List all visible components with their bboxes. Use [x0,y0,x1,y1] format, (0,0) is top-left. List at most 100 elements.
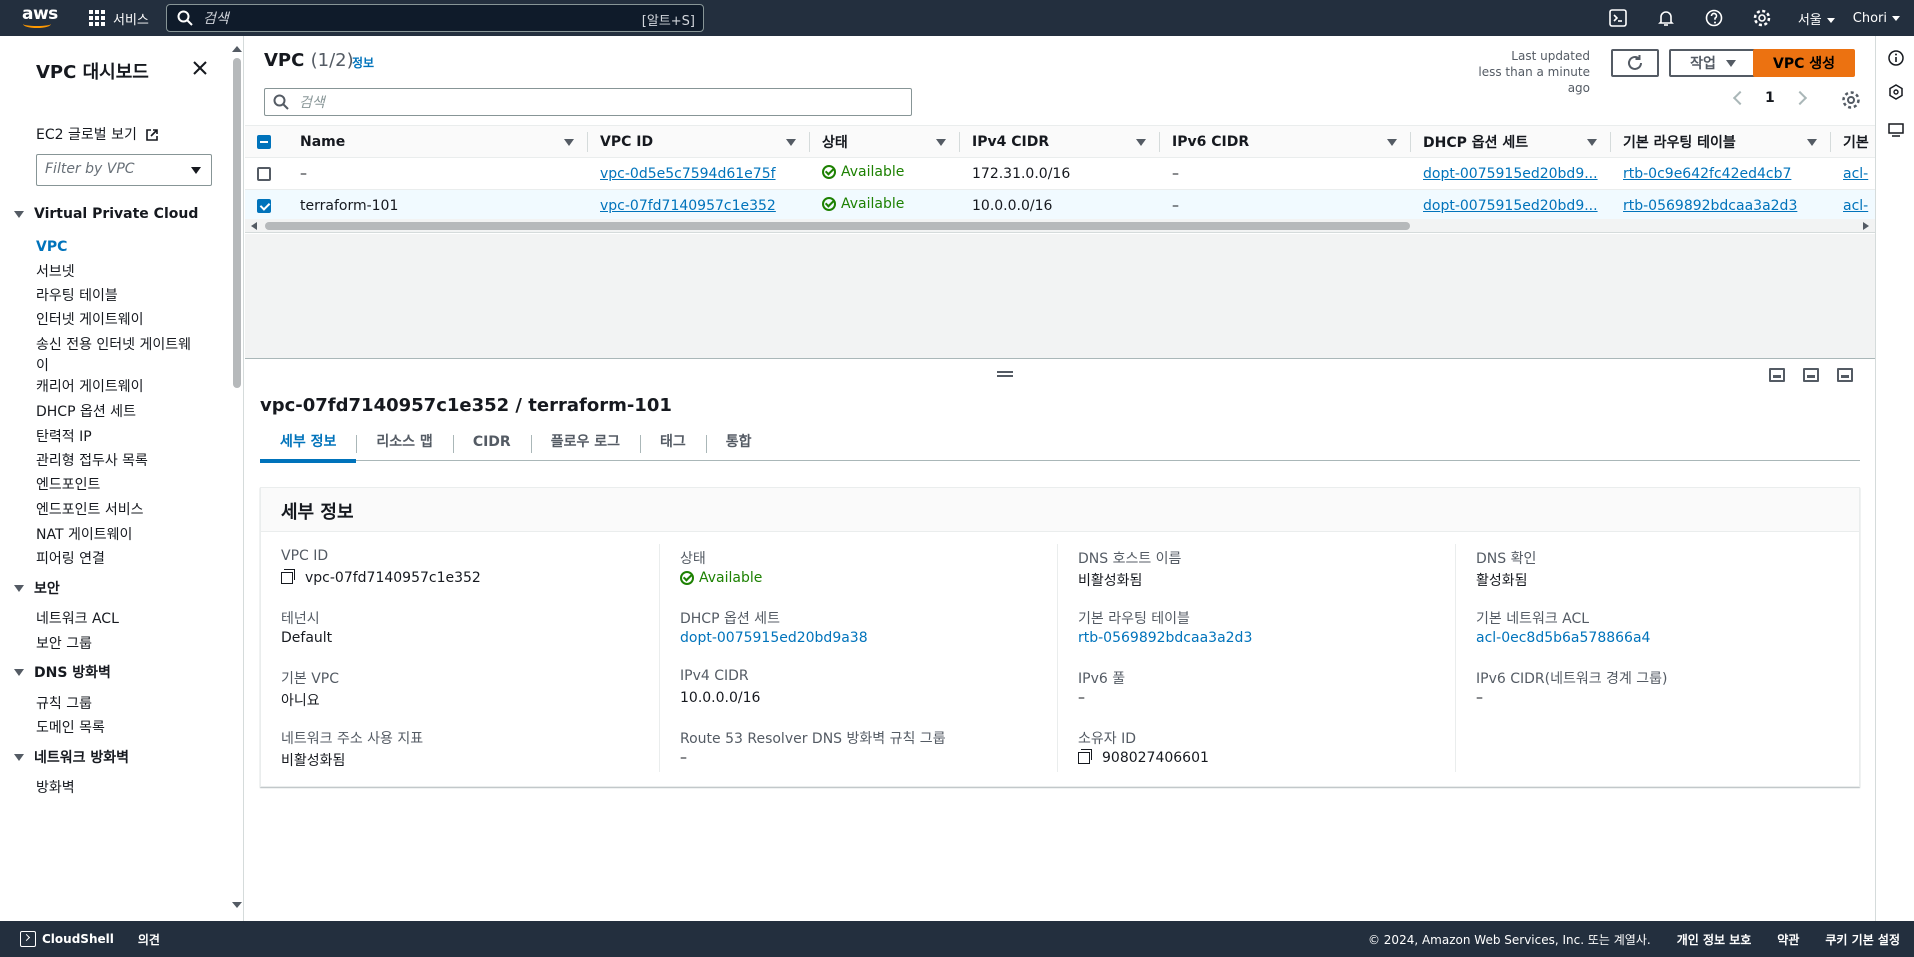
copy-icon[interactable] [1078,749,1092,764]
column-ipv6-cidr[interactable]: IPv6 CIDR [1160,125,1411,158]
tab-flow-logs[interactable]: 플로우 로그 [530,429,640,461]
copy-icon[interactable] [281,569,295,584]
acl-link[interactable]: acl- [1843,166,1868,182]
sidebar-item-network-acl[interactable]: 네트워크 ACL [36,609,196,630]
panel-full-icon[interactable] [1837,368,1853,382]
kv-value: 활성화됨 [1476,573,1528,589]
scroll-left-icon[interactable] [251,222,257,230]
hexagon-icon[interactable] [1888,84,1904,100]
services-menu[interactable]: 서비스 [89,9,149,28]
scrollbar-thumb[interactable] [265,222,1410,230]
info-link[interactable]: 정보 [352,54,374,71]
chevron-right-icon[interactable] [1792,90,1807,106]
privacy-link[interactable]: 개인 정보 보호 [1677,931,1752,948]
dhcp-link[interactable]: dopt-0075915ed20bd9... [1423,198,1598,214]
aws-logo[interactable]: aws [20,4,58,30]
sidebar-item-endpoint-services[interactable]: 엔드포인트 서비스 [36,500,196,521]
route-table-link[interactable]: rtb-0c9e642fc42ed4cb7 [1623,166,1791,182]
tab-resource-map[interactable]: 리소스 맵 [356,429,452,461]
sidebar-item-internet-gateways[interactable]: 인터넷 게이트웨이 [36,310,196,331]
tab-details[interactable]: 세부 정보 [260,429,357,463]
scroll-down-icon[interactable] [232,902,242,908]
column-state[interactable]: 상태 [810,125,960,158]
route-table-link[interactable]: rtb-0569892bdcaa3a2d3 [1623,198,1797,214]
chevron-left-icon[interactable] [1732,90,1748,106]
row-checkbox[interactable] [257,166,271,181]
select-all-cell[interactable] [245,125,288,158]
sidebar-item-route-tables[interactable]: 라우팅 테이블 [36,286,196,307]
sidebar-item-peering[interactable]: 피어링 연결 [36,549,196,570]
cloudshell-button[interactable]: CloudShell [20,931,114,947]
column-ipv4-cidr[interactable]: IPv4 CIDR [960,125,1160,158]
table-search-input[interactable] [299,94,879,110]
select-all-checkbox[interactable] [257,134,271,149]
vpc-id-link[interactable]: vpc-0d5e5c7594d61e75f [600,166,776,182]
help-icon[interactable] [1696,0,1732,36]
row-checkbox[interactable] [257,198,271,213]
tab-integrations[interactable]: 통합 [705,429,772,461]
tutorial-icon[interactable] [1888,122,1904,138]
bell-icon[interactable] [1648,0,1684,36]
sidebar-item-endpoints[interactable]: 엔드포인트 [36,475,196,496]
sidebar-item-dhcp-option-sets[interactable]: DHCP 옵션 세트 [36,402,196,423]
scroll-up-icon[interactable] [232,46,242,52]
page-number[interactable]: 1 [1765,90,1775,106]
sidebar-item-subnets[interactable]: 서브넷 [36,262,196,283]
sidebar-item-vpc[interactable]: VPC [36,237,196,258]
actions-button[interactable]: 작업 [1669,49,1757,77]
column-acl[interactable]: 기본 [1831,125,1875,158]
section-security[interactable]: 보안 [14,578,60,598]
cookie-preferences-link[interactable]: 쿠키 기본 설정 [1825,931,1900,948]
global-search-input[interactable] [203,10,603,26]
dhcp-link[interactable]: dopt-0075915ed20bd9a38 [680,630,868,646]
global-search[interactable]: [알트+S] [166,4,704,32]
region-selector[interactable]: 서울 [1798,9,1835,28]
gear-icon[interactable] [1744,0,1780,36]
resize-handle-icon[interactable] [997,371,1013,377]
section-virtual-private-cloud[interactable]: Virtual Private Cloud [14,206,198,222]
scroll-right-icon[interactable] [1863,222,1869,230]
panel-bottom-icon[interactable] [1769,368,1785,382]
terms-link[interactable]: 약관 [1777,931,1799,948]
refresh-button[interactable] [1611,49,1659,77]
filter-by-vpc-select[interactable]: Filter by VPC [36,154,212,186]
sidebar-item-firewalls[interactable]: 방화벽 [36,778,196,799]
feedback-link[interactable]: 의견 [138,931,160,948]
route-table-link[interactable]: rtb-0569892bdcaa3a2d3 [1078,630,1252,646]
acl-link[interactable]: acl-0ec8d5b6a578866a4 [1476,630,1650,646]
sidebar-item-prefix-lists[interactable]: 관리형 접두사 목록 [36,451,196,472]
table-row[interactable]: terraform-101 vpc-07fd7140957c1e352 Avai… [245,189,1875,222]
create-vpc-button[interactable]: VPC 생성 [1753,49,1855,77]
gear-icon[interactable] [1841,90,1861,110]
user-menu[interactable]: Chori [1853,11,1900,26]
table-search[interactable] [264,88,912,116]
sidebar-item-rule-groups[interactable]: 규칙 그룹 [36,694,196,715]
sidebar-item-elastic-ip[interactable]: 탄력적 IP [36,427,196,448]
sidebar-scrollbar[interactable] [231,46,242,908]
dhcp-link[interactable]: dopt-0075915ed20bd9... [1423,166,1598,182]
table-row[interactable]: – vpc-0d5e5c7594d61e75f Available 172.31… [245,157,1875,190]
close-icon[interactable] [190,58,210,78]
acl-link[interactable]: acl- [1843,198,1868,214]
column-route-table[interactable]: 기본 라우팅 테이블 [1611,125,1831,158]
section-dns-firewall[interactable]: DNS 방화벽 [14,662,111,682]
sidebar-item-security-groups[interactable]: 보안 그룹 [36,634,196,655]
tab-tags[interactable]: 태그 [639,429,706,461]
sidebar-item-egress-only-gateways[interactable]: 송신 전용 인터넷 게이트웨이 [36,335,196,377]
column-name[interactable]: Name [288,125,588,158]
section-network-firewall[interactable]: 네트워크 방화벽 [14,747,129,767]
panel-side-icon[interactable] [1803,368,1819,382]
cloudshell-icon[interactable] [1600,0,1636,36]
vpc-id-link[interactable]: vpc-07fd7140957c1e352 [600,198,776,214]
ec2-global-view-label: EC2 글로벌 보기 [36,127,137,143]
sidebar-item-domain-lists[interactable]: 도메인 목록 [36,718,196,739]
column-vpc-id[interactable]: VPC ID [588,125,810,158]
scrollbar-thumb[interactable] [233,58,241,388]
column-dhcp[interactable]: DHCP 옵션 세트 [1411,125,1611,158]
tab-cidr[interactable]: CIDR [452,429,531,461]
ec2-global-view-link[interactable]: EC2 글로벌 보기 [36,124,159,144]
sidebar-item-nat-gateways[interactable]: NAT 게이트웨이 [36,525,196,546]
table-horizontal-scrollbar[interactable] [245,219,1875,233]
info-icon[interactable] [1888,50,1904,66]
sidebar-item-carrier-gateways[interactable]: 캐리어 게이트웨이 [36,377,196,398]
